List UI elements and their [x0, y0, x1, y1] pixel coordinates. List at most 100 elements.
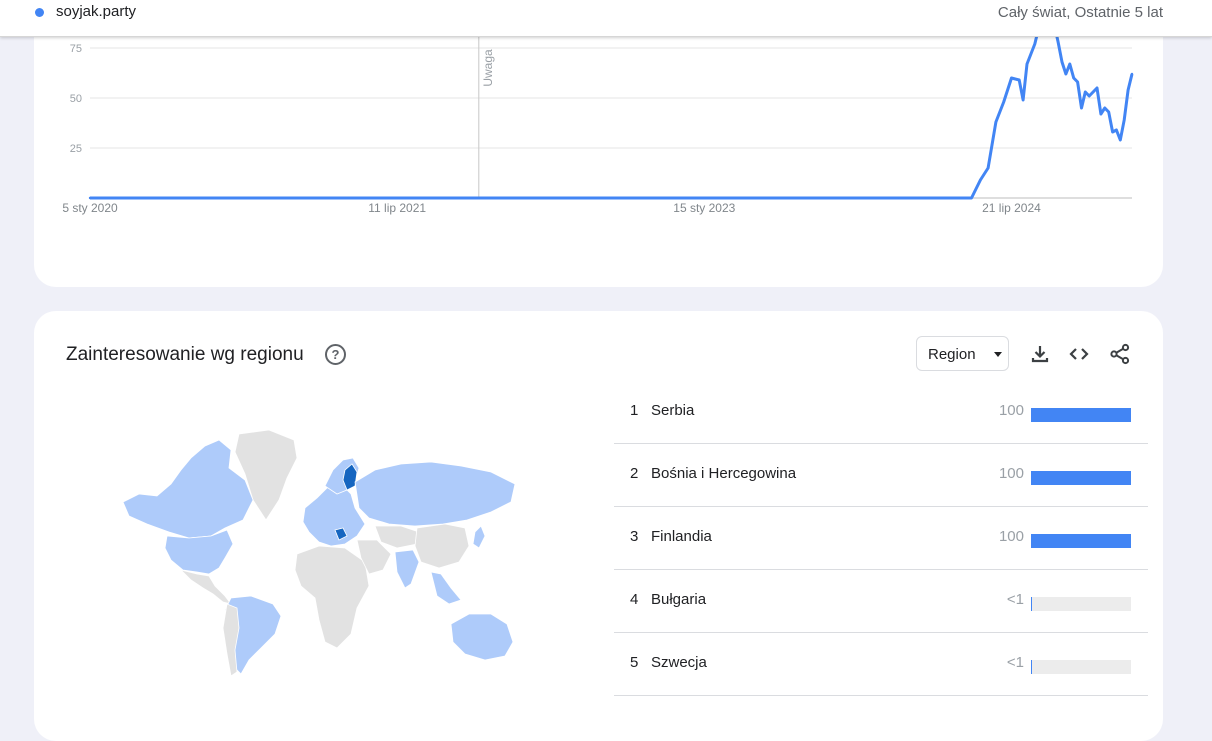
region-name[interactable]: Finlandia [651, 528, 712, 545]
y-tick-label: 75 [70, 43, 82, 55]
region-value-bar [1031, 534, 1131, 548]
region-name[interactable]: Szwecja [651, 654, 707, 671]
download-icon[interactable] [1029, 343, 1051, 365]
region-rank: 2 [630, 465, 639, 482]
region-value-bar-fill [1031, 534, 1131, 548]
x-tick-label: 15 sty 2023 [673, 201, 735, 215]
data-point [1115, 128, 1118, 132]
section-title: Zainteresowanie wg regionu [66, 344, 304, 365]
data-point [1107, 110, 1110, 114]
data-point [1103, 106, 1106, 110]
annotation-label: Uwaga [481, 49, 495, 87]
region-resolution-select[interactable]: Region [916, 336, 1009, 371]
region-select-value: Region [928, 346, 976, 363]
region-value-bar-fill [1031, 408, 1131, 422]
region-row[interactable]: 3 Finlandia 100 [614, 506, 1148, 570]
data-point [1002, 100, 1005, 104]
map-india[interactable] [394, 549, 420, 589]
data-point [1060, 60, 1064, 64]
data-point [1064, 72, 1068, 76]
region-value: 100 [998, 402, 1024, 419]
region-value-bar [1031, 471, 1131, 485]
region-row[interactable]: 1 Serbia 100 [614, 380, 1148, 444]
data-point [88, 196, 92, 200]
map-europe[interactable] [302, 483, 366, 547]
x-tick-label: 21 lip 2024 [982, 201, 1041, 215]
region-value: 100 [998, 528, 1024, 545]
region-rank: 1 [630, 402, 639, 419]
search-term[interactable]: soyjak.party [56, 3, 136, 20]
data-point [695, 196, 698, 200]
region-value-bar-fill [1031, 471, 1131, 485]
region-value-bar [1031, 597, 1131, 611]
region-name[interactable]: Bułgaria [651, 591, 706, 608]
region-row[interactable]: 5 Szwecja <1 [614, 632, 1148, 696]
data-point [1072, 76, 1075, 80]
data-point [1126, 88, 1130, 92]
region-row[interactable]: 4 Bułgaria <1 [614, 569, 1148, 633]
share-icon[interactable] [1109, 343, 1131, 365]
data-point [1010, 76, 1013, 80]
data-point [1056, 40, 1060, 44]
region-value: <1 [1006, 654, 1024, 671]
region-value-bar [1031, 660, 1131, 674]
data-point [289, 196, 293, 200]
interest-over-time-card: 25 50 75 Uwaga 5 sty 2020 11 lip 2021 15 sty 2… [34, 0, 1163, 287]
region-value-bar-fill [1031, 660, 1032, 674]
data-point [1033, 42, 1036, 46]
data-point [1084, 90, 1087, 94]
region-value: 100 [998, 465, 1024, 482]
interest-over-time-chart[interactable]: 25 50 75 Uwaga 5 sty 2020 11 lip 2021 15 sty 2… [34, 0, 1163, 287]
region-rank: 5 [630, 654, 639, 671]
data-point [1099, 112, 1103, 116]
data-point [1091, 90, 1095, 94]
data-point [898, 196, 901, 200]
data-point [1111, 130, 1114, 134]
map-south-america-west[interactable] [222, 603, 240, 677]
region-value-bar-fill [1031, 597, 1032, 611]
data-point [492, 196, 496, 200]
x-tick-label: 11 lip 2021 [368, 201, 426, 215]
region-name[interactable]: Serbia [651, 402, 694, 419]
region-value-bar [1031, 408, 1131, 422]
data-point [1123, 118, 1126, 122]
caret-down-icon [994, 352, 1002, 357]
help-circle-icon[interactable]: ? [325, 344, 346, 365]
data-point [979, 178, 982, 182]
map-canada[interactable] [122, 439, 254, 539]
series-line-soyjak-party [90, 10, 1134, 200]
region-name[interactable]: Bośnia i Hercegowina [651, 465, 796, 482]
region-rank: 3 [630, 528, 639, 545]
data-point [1076, 80, 1079, 84]
map-africa[interactable] [294, 545, 370, 649]
map-china[interactable] [414, 523, 470, 569]
map-australia[interactable] [450, 613, 514, 661]
y-tick-label: 25 [70, 143, 82, 155]
y-tick-label: 50 [70, 93, 82, 105]
x-tick-label: 5 sty 2020 [62, 201, 118, 215]
data-point [1088, 94, 1091, 98]
map-southeast-asia[interactable] [430, 571, 462, 605]
map-mexico[interactable] [179, 569, 232, 605]
map-japan[interactable] [472, 525, 486, 549]
data-point [1095, 86, 1099, 90]
data-point [1021, 98, 1025, 102]
data-point [1119, 138, 1122, 142]
data-point [1080, 106, 1083, 110]
region-value: <1 [1006, 591, 1024, 608]
data-point [994, 120, 998, 124]
comparison-header: soyjak.party Cały świat, Ostatnie 5 lat [0, 0, 1212, 37]
region-row[interactable]: 2 Bośnia i Hercegowina 100 [614, 443, 1148, 507]
data-point [1018, 78, 1021, 82]
data-point [1068, 62, 1071, 66]
data-point [1025, 62, 1029, 66]
region-rank: 4 [630, 591, 639, 608]
data-point [986, 166, 990, 170]
series-color-dot [35, 8, 44, 17]
data-point [1130, 72, 1134, 76]
map-russia[interactable] [354, 461, 516, 527]
scope-label[interactable]: Cały świat, Ostatnie 5 lat [998, 4, 1163, 21]
embed-code-icon[interactable] [1068, 343, 1090, 365]
world-map[interactable] [119, 428, 519, 678]
data-point [970, 196, 973, 200]
